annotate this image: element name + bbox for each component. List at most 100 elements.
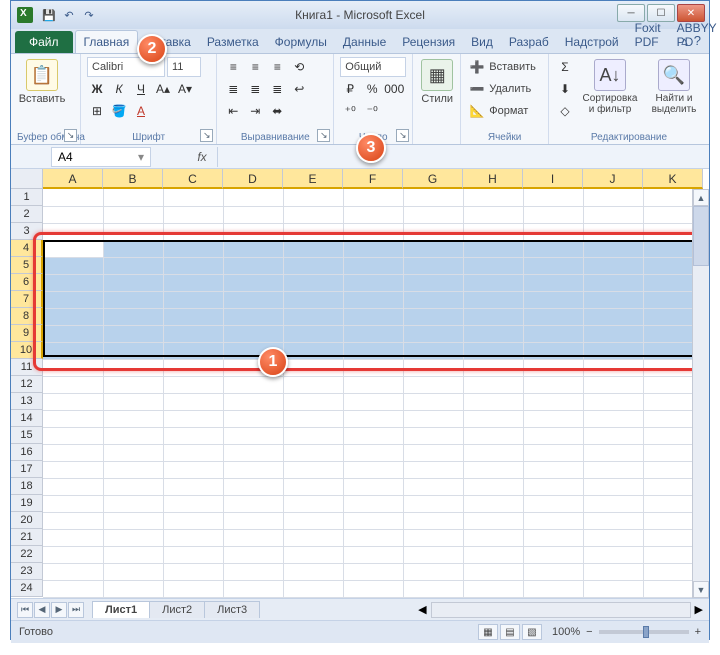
cell-E13[interactable] — [283, 393, 343, 410]
align-center-button[interactable]: ≣ — [245, 79, 265, 99]
cell-I11[interactable] — [523, 359, 583, 376]
cell-J14[interactable] — [583, 410, 643, 427]
row-header-2[interactable]: 2 — [11, 206, 43, 223]
cell-J12[interactable] — [583, 376, 643, 393]
align-right-button[interactable]: ≣ — [267, 79, 287, 99]
cell-I24[interactable] — [523, 580, 583, 597]
cell-E10[interactable] — [283, 342, 343, 359]
clear-button[interactable]: ◇ — [555, 101, 575, 121]
ribbon-tab-5[interactable]: Рецензия — [394, 31, 463, 53]
row-header-4[interactable]: 4 — [11, 240, 43, 257]
select-all-corner[interactable] — [11, 169, 43, 189]
sheet-nav-2[interactable]: ▶ — [51, 602, 67, 618]
cell-F19[interactable] — [343, 495, 403, 512]
cell-H24[interactable] — [463, 580, 523, 597]
cell-I23[interactable] — [523, 563, 583, 580]
cell-H13[interactable] — [463, 393, 523, 410]
cell-H14[interactable] — [463, 410, 523, 427]
cell-H19[interactable] — [463, 495, 523, 512]
cell-D7[interactable] — [223, 291, 283, 308]
zoom-in-button[interactable]: + — [695, 626, 701, 638]
cell-G16[interactable] — [403, 444, 463, 461]
column-header-E[interactable]: E — [283, 169, 343, 189]
alignment-launcher[interactable]: ↘ — [317, 129, 330, 142]
cell-E23[interactable] — [283, 563, 343, 580]
row-header-16[interactable]: 16 — [11, 444, 43, 461]
cell-J7[interactable] — [583, 291, 643, 308]
cell-B17[interactable] — [103, 461, 163, 478]
cell-D16[interactable] — [223, 444, 283, 461]
cell-B5[interactable] — [103, 257, 163, 274]
cell-D19[interactable] — [223, 495, 283, 512]
cell-E20[interactable] — [283, 512, 343, 529]
cell-I19[interactable] — [523, 495, 583, 512]
cell-F2[interactable] — [343, 206, 403, 223]
autosum-button[interactable]: Σ — [555, 57, 575, 77]
cell-C18[interactable] — [163, 478, 223, 495]
cell-I9[interactable] — [523, 325, 583, 342]
cell-I18[interactable] — [523, 478, 583, 495]
sort-filter-button[interactable]: A↓ Сортировка и фильтр — [579, 57, 641, 117]
cell-A11[interactable] — [43, 359, 103, 376]
cell-G10[interactable] — [403, 342, 463, 359]
cell-I6[interactable] — [523, 274, 583, 291]
align-top-button[interactable]: ≡ — [223, 57, 243, 77]
cell-F22[interactable] — [343, 546, 403, 563]
currency-button[interactable]: ₽ — [340, 79, 360, 99]
column-header-J[interactable]: J — [583, 169, 643, 189]
hscroll-left-button[interactable]: ◀ — [418, 603, 426, 616]
cell-C21[interactable] — [163, 529, 223, 546]
zoom-level[interactable]: 100% — [552, 626, 580, 638]
font-launcher[interactable]: ↘ — [200, 129, 213, 142]
cell-E14[interactable] — [283, 410, 343, 427]
column-header-F[interactable]: F — [343, 169, 403, 189]
orientation-button[interactable]: ⟲ — [289, 57, 309, 77]
cell-H23[interactable] — [463, 563, 523, 580]
cell-F1[interactable] — [343, 189, 403, 206]
cell-H12[interactable] — [463, 376, 523, 393]
cell-A24[interactable] — [43, 580, 103, 597]
number-format-combo[interactable]: Общий — [340, 57, 406, 77]
cell-G8[interactable] — [403, 308, 463, 325]
cell-I17[interactable] — [523, 461, 583, 478]
cell-D12[interactable] — [223, 376, 283, 393]
underline-button[interactable]: Ч — [131, 79, 151, 99]
cell-D6[interactable] — [223, 274, 283, 291]
cell-F4[interactable] — [343, 240, 403, 257]
cell-B24[interactable] — [103, 580, 163, 597]
cell-B10[interactable] — [103, 342, 163, 359]
clipboard-launcher[interactable]: ↘ — [64, 129, 77, 142]
ribbon-tab-6[interactable]: Вид — [463, 31, 501, 53]
cell-H7[interactable] — [463, 291, 523, 308]
row-header-7[interactable]: 7 — [11, 291, 43, 308]
cell-F21[interactable] — [343, 529, 403, 546]
row-header-21[interactable]: 21 — [11, 529, 43, 546]
cell-J5[interactable] — [583, 257, 643, 274]
cell-B16[interactable] — [103, 444, 163, 461]
cell-G13[interactable] — [403, 393, 463, 410]
cell-A3[interactable] — [43, 223, 103, 240]
cell-G6[interactable] — [403, 274, 463, 291]
cell-I7[interactable] — [523, 291, 583, 308]
cell-H15[interactable] — [463, 427, 523, 444]
cell-G2[interactable] — [403, 206, 463, 223]
cell-H8[interactable] — [463, 308, 523, 325]
cell-C16[interactable] — [163, 444, 223, 461]
cell-D20[interactable] — [223, 512, 283, 529]
border-button[interactable]: ⊞ — [87, 101, 107, 121]
cell-J3[interactable] — [583, 223, 643, 240]
cell-B14[interactable] — [103, 410, 163, 427]
row-header-19[interactable]: 19 — [11, 495, 43, 512]
sheet-nav-3[interactable]: ⏭ — [68, 602, 84, 618]
cell-F13[interactable] — [343, 393, 403, 410]
cell-D2[interactable] — [223, 206, 283, 223]
row-header-23[interactable]: 23 — [11, 563, 43, 580]
cell-F8[interactable] — [343, 308, 403, 325]
cell-E2[interactable] — [283, 206, 343, 223]
italic-button[interactable]: К — [109, 79, 129, 99]
font-color-button[interactable]: A — [131, 101, 151, 121]
format-cells-icon[interactable]: 📐 — [467, 101, 487, 121]
ribbon-tab-2[interactable]: Разметка — [199, 31, 267, 53]
cell-F5[interactable] — [343, 257, 403, 274]
cell-B21[interactable] — [103, 529, 163, 546]
